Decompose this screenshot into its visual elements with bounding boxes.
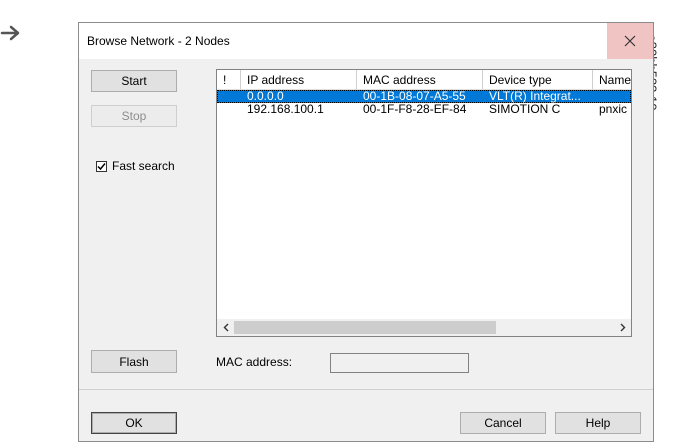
- list-header: ! IP address MAC address Device type Nam…: [217, 70, 631, 90]
- column-header-device-type[interactable]: Device type: [483, 70, 593, 89]
- table-row[interactable]: 0.0.0.0 00-1B-08-07-A5-55 VLT(R) Integra…: [217, 90, 631, 103]
- row-name: [599, 90, 631, 103]
- row-device-type: SIMOTION C: [489, 103, 561, 116]
- row-mac-address: 00-1B-08-07-A5-55: [363, 90, 466, 103]
- row-name: pnxic: [599, 103, 628, 116]
- row-flag: [223, 103, 239, 116]
- mac-address-field: [330, 353, 469, 373]
- cancel-button[interactable]: Cancel: [460, 412, 546, 434]
- separator: [79, 389, 653, 390]
- help-button[interactable]: Help: [555, 412, 641, 434]
- scroll-left-button[interactable]: [217, 319, 234, 336]
- ok-button[interactable]: OK: [91, 412, 177, 434]
- mac-address-label: MAC address:: [216, 355, 293, 369]
- close-icon: [624, 35, 636, 47]
- column-header-name[interactable]: Name: [593, 70, 631, 89]
- chevron-right-icon: [620, 323, 625, 332]
- row-flag: [223, 90, 239, 103]
- row-mac-address: 00-1F-F8-28-EF-84: [363, 103, 467, 116]
- fast-search-option[interactable]: Fast search: [96, 159, 175, 173]
- arrow-right-icon: [0, 25, 20, 41]
- close-button[interactable]: [607, 23, 653, 59]
- scroll-right-button[interactable]: [614, 319, 631, 336]
- row-ip-address: 192.168.100.1: [247, 103, 324, 116]
- row-ip-address: 0.0.0.0: [247, 90, 284, 103]
- title-bar: Browse Network - 2 Nodes: [79, 23, 653, 59]
- chevron-left-icon: [223, 323, 228, 332]
- row-device-type: VLT(R) Integrat...: [489, 90, 581, 103]
- stop-button[interactable]: Stop: [91, 105, 177, 127]
- checkmark-icon: [97, 162, 106, 170]
- start-button[interactable]: Start: [91, 70, 177, 92]
- fast-search-label: Fast search: [112, 159, 175, 173]
- dialog-title: Browse Network - 2 Nodes: [87, 34, 230, 48]
- scroll-thumb[interactable]: [234, 321, 496, 334]
- column-header-ip[interactable]: IP address: [241, 70, 357, 89]
- horizontal-scrollbar[interactable]: [217, 319, 631, 336]
- column-header-mac[interactable]: MAC address: [357, 70, 483, 89]
- column-header-flag[interactable]: !: [217, 70, 241, 89]
- flash-button[interactable]: Flash: [91, 350, 177, 373]
- fast-search-checkbox[interactable]: [96, 160, 107, 172]
- table-row[interactable]: 192.168.100.1 00-1F-F8-28-EF-84 SIMOTION…: [217, 103, 631, 116]
- browse-network-dialog: Browse Network - 2 Nodes Start Stop Fast…: [78, 22, 654, 442]
- network-node-list[interactable]: ! IP address MAC address Device type Nam…: [216, 69, 632, 337]
